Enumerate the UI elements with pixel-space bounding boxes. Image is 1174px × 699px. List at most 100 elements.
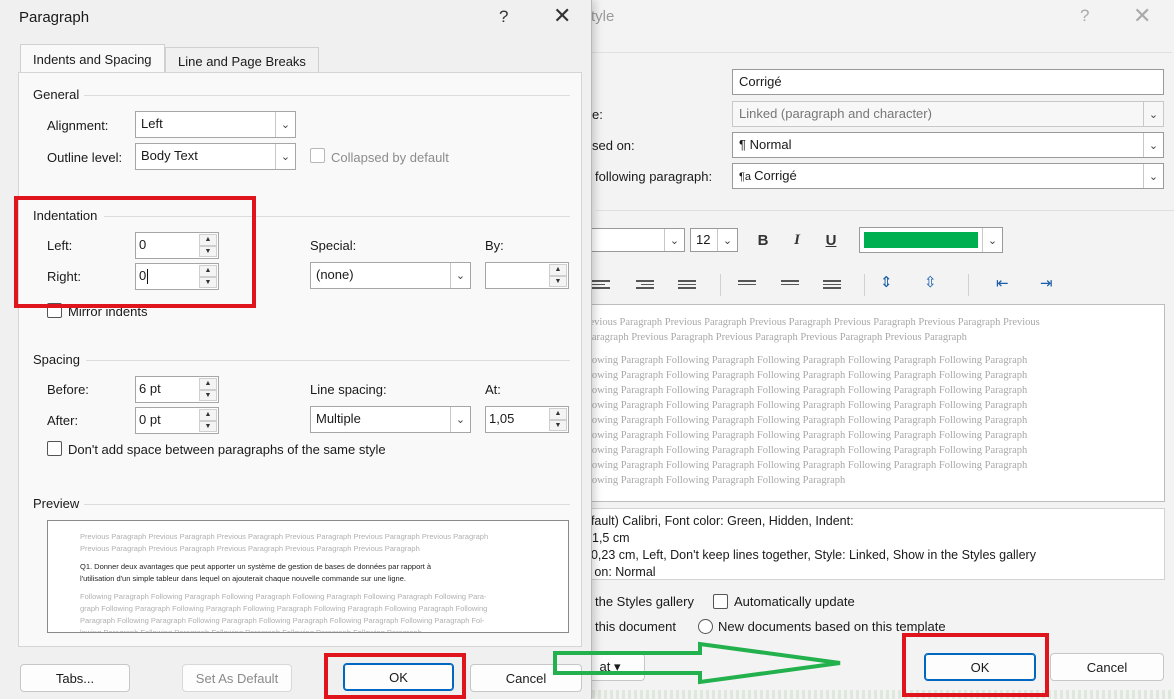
tab-line-and-page-breaks[interactable]: Line and Page Breaks — [165, 47, 319, 75]
spacing-after-value: 0 pt — [139, 412, 161, 427]
chevron-down-icon: ⌄ — [450, 407, 470, 432]
spin-up-icon[interactable]: ▲ — [549, 264, 567, 276]
new-documents-radio[interactable] — [698, 619, 713, 634]
chevron-down-icon: ⌄ — [717, 229, 737, 251]
add-to-gallery-label[interactable]: the Styles gallery — [595, 594, 694, 609]
italic-button[interactable]: I — [784, 228, 810, 252]
linked-style-icon: ¶a — [739, 171, 755, 183]
collapsed-checkbox[interactable] — [310, 148, 325, 163]
preview-line: llowing Paragraph Following Paragraph Fo… — [586, 400, 1028, 411]
preview-following-paragraphs: llowing Paragraph Following Paragraph Fo… — [586, 353, 1154, 488]
outline-level-label: Outline level: — [47, 150, 123, 165]
font-color-swatch — [864, 232, 978, 248]
based-on-select[interactable]: ¶ Normal ⌄ — [732, 132, 1164, 158]
auto-update-checkbox[interactable] — [713, 594, 728, 609]
spin-down-icon[interactable]: ▼ — [549, 419, 567, 431]
tabs-button[interactable]: Tabs... — [20, 664, 130, 692]
set-as-default-button[interactable]: Set As Default — [182, 664, 292, 692]
spin-down-icon[interactable]: ▼ — [549, 275, 567, 287]
tab-indents-and-spacing[interactable]: Indents and Spacing — [20, 44, 165, 74]
based-on-value: Normal — [749, 137, 792, 152]
align-right-icon[interactable] — [636, 278, 654, 292]
by-spinner[interactable]: ▲ ▼ — [485, 262, 569, 289]
one-half-spacing-icon[interactable] — [781, 278, 799, 292]
preview-line: Paragraph Previous Paragraph Previous Pa… — [586, 332, 967, 343]
at-spinner[interactable]: 1,05 ▲ ▼ — [485, 406, 569, 433]
style-name-input[interactable]: Corrigé — [732, 69, 1164, 95]
alignment-value: Left — [141, 116, 163, 131]
line-spacing-label: Line spacing: — [310, 382, 387, 397]
spin-up-icon[interactable]: ▲ — [199, 378, 217, 390]
spacing-after-spinner[interactable]: 0 pt ▲ ▼ — [135, 407, 219, 434]
font-color-select[interactable]: ⌄ — [859, 227, 1003, 253]
spacing-before-label: Before: — [47, 382, 89, 397]
general-heading: General — [33, 87, 80, 102]
special-select[interactable]: (none) ⌄ — [310, 262, 471, 289]
arrow-right-icon — [553, 641, 841, 685]
modify-style-title: tyle — [591, 8, 615, 25]
description-line: : 0,23 cm, Left, Don't keep lines togeth… — [584, 548, 1036, 562]
preview-current-line: l'utilisation d'un simple tableur dans l… — [80, 574, 406, 583]
help-icon[interactable]: ? — [1080, 6, 1089, 26]
decrease-indent-icon[interactable]: ⇤ — [996, 274, 1009, 292]
by-label: By: — [485, 238, 504, 253]
collapsed-label: Collapsed by default — [331, 150, 449, 165]
following-paragraph-value: Corrigé — [754, 168, 797, 183]
double-spacing-icon[interactable] — [823, 278, 841, 292]
close-icon[interactable]: ✕ — [553, 3, 571, 29]
increase-indent-icon[interactable]: ⇥ — [1040, 274, 1053, 292]
spin-up-icon[interactable]: ▲ — [549, 408, 567, 420]
preview-line: Previous Paragraph Previous Paragraph Pr… — [80, 544, 420, 553]
increase-paragraph-spacing-icon[interactable]: ⇕ — [880, 273, 893, 291]
preview-line: Following Paragraph Following Paragraph … — [80, 592, 487, 601]
spin-down-icon[interactable]: ▼ — [199, 389, 217, 401]
align-left-icon[interactable] — [592, 278, 610, 292]
outline-level-select[interactable]: Body Text ⌄ — [135, 143, 296, 170]
style-preview: revious Paragraph Previous Paragraph Pre… — [575, 304, 1165, 502]
justify-icon[interactable] — [678, 278, 696, 292]
alignment-select[interactable]: Left ⌄ — [135, 111, 296, 138]
line-spacing-select[interactable]: Multiple ⌄ — [310, 406, 471, 433]
chevron-down-icon: ⌄ — [275, 144, 295, 169]
bold-button[interactable]: B — [750, 228, 776, 252]
divider — [84, 504, 570, 505]
help-icon[interactable]: ? — [499, 7, 508, 27]
modify-style-cancel-button[interactable]: Cancel — [1050, 653, 1164, 681]
decrease-paragraph-spacing-icon[interactable]: ⇳ — [924, 273, 937, 291]
preview-line: llowing Paragraph Following Paragraph Fo… — [586, 370, 1028, 381]
dont-add-space-checkbox[interactable] — [47, 441, 62, 456]
preview-line: Previous Paragraph Previous Paragraph Pr… — [80, 532, 489, 541]
close-icon[interactable]: ✕ — [1133, 3, 1151, 29]
special-value: (none) — [316, 267, 354, 282]
single-spacing-icon[interactable] — [738, 278, 756, 292]
font-size-select[interactable]: 12 ⌄ — [690, 228, 738, 252]
indentation-highlight-box — [14, 196, 256, 308]
preview-line: revious Paragraph Previous Paragraph Pre… — [586, 317, 1040, 328]
preview-line: llowing Paragraph Following Paragraph Fo… — [586, 430, 1028, 441]
spacing-before-spinner[interactable]: 6 pt ▲ ▼ — [135, 376, 219, 403]
spin-up-icon[interactable]: ▲ — [199, 409, 217, 421]
preview-previous-paragraphs: revious Paragraph Previous Paragraph Pre… — [586, 315, 1154, 345]
preview-line: llowing Paragraph Following Paragraph Fo… — [586, 445, 1028, 456]
underline-button[interactable]: U — [818, 228, 844, 252]
at-label: At: — [485, 382, 501, 397]
toolbar-divider — [968, 274, 969, 296]
preview-line: llowing Paragraph Following Paragraph Fo… — [586, 415, 1028, 426]
paragraph-mark-icon: ¶ — [739, 137, 750, 152]
following-paragraph-select[interactable]: ¶a Corrigé ⌄ — [732, 163, 1164, 189]
spacing-heading: Spacing — [33, 352, 80, 367]
chevron-down-icon: ⌄ — [1143, 102, 1163, 126]
green-arrow — [553, 641, 841, 685]
style-description: efault) Calibri, Font color: Green, Hidd… — [575, 508, 1165, 580]
divider — [86, 360, 570, 361]
preview-line: llowing Paragraph Following Paragraph Fo… — [586, 355, 1028, 366]
chevron-down-icon: ⌄ — [664, 229, 684, 251]
auto-update-label: Automatically update — [734, 594, 855, 609]
dont-add-space-label: Don't add space between paragraphs of th… — [68, 442, 386, 457]
dialog-title: Paragraph — [19, 9, 90, 26]
only-this-document-label[interactable]: this document — [595, 619, 676, 634]
modify-style-ok-highlight-box — [902, 633, 1049, 697]
divider — [596, 210, 1174, 211]
tab-label: Line and Page Breaks — [178, 54, 306, 69]
spin-down-icon[interactable]: ▼ — [199, 420, 217, 432]
